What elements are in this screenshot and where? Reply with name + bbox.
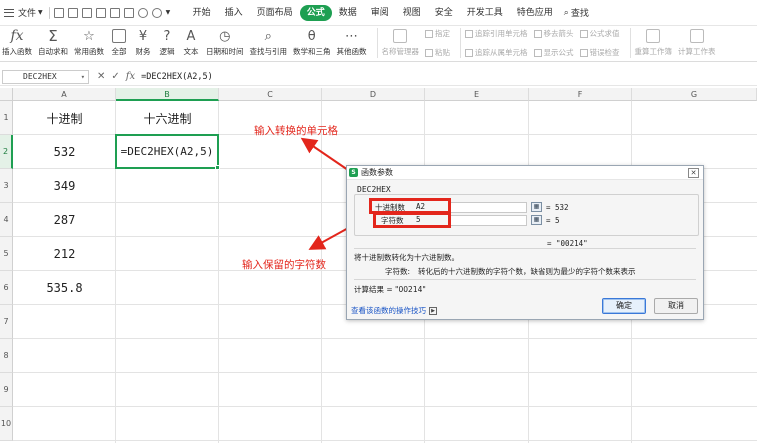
arg1-result: = 532 [546, 202, 569, 212]
separator [354, 279, 696, 280]
cancel-button[interactable]: 取消 [654, 298, 698, 314]
highlight-arg2 [373, 212, 451, 228]
function-name: DEC2HEX [357, 185, 391, 194]
arg2-range-picker-icon[interactable]: ▦ [531, 215, 542, 225]
calculation-result: 计算结果 = "00214" [354, 285, 426, 294]
arg1-range-picker-icon[interactable]: ▦ [531, 202, 542, 212]
arg1-field-background[interactable] [451, 202, 527, 213]
help-link[interactable]: 查看该函数的操作技巧 ▶ [351, 305, 437, 316]
arg1-field-tail: ▦ = 532 [529, 202, 569, 212]
parameter-name: 字符数: [385, 267, 411, 276]
play-icon: ▶ [429, 306, 437, 315]
parameter-description: 转化后的十六进制数的字符个数，缺省则为最少的字符个数来表示 [418, 267, 636, 276]
overall-result: = "00214" [547, 239, 588, 248]
ok-button[interactable]: 确定 [602, 298, 646, 314]
arg2-field-tail: ▦ = 5 [529, 215, 560, 225]
arg2-result: = 5 [546, 215, 560, 225]
app-icon: S [349, 168, 358, 177]
dialog-title-bar[interactable]: S 函数参数 [347, 166, 703, 180]
parameter-help: 字符数: 转化后的十六进制数的字符个数，缺省则为最少的字符个数来表示 [385, 266, 636, 277]
dialog-title: 函数参数 [361, 168, 393, 177]
close-button[interactable]: ✕ [688, 168, 699, 178]
help-link-label: 查看该函数的操作技巧 [351, 306, 426, 315]
function-arguments-dialog: S 函数参数 ✕ DEC2HEX 十进制数 A2 ▦ = 532 字符数 5 ▦… [346, 165, 704, 320]
arg2-field-background[interactable] [451, 215, 527, 226]
separator [354, 248, 696, 249]
function-description: 将十进制数转化为十六进制数。 [354, 253, 459, 262]
